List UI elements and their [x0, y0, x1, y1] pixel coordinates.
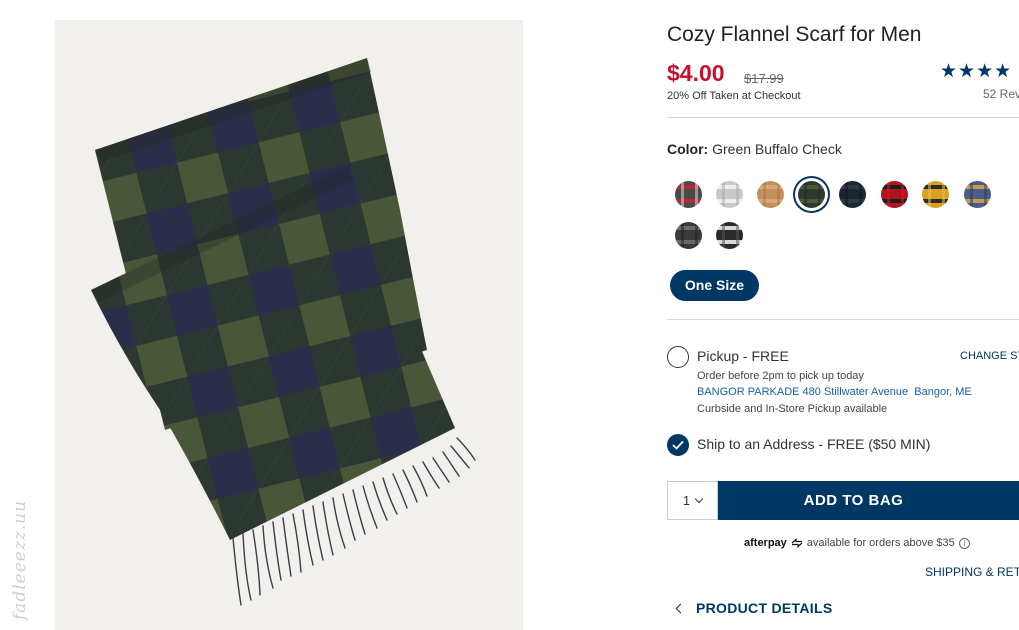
color-swatch-navy-black[interactable]	[839, 181, 866, 208]
product-details-label: PRODUCT DETAILS	[696, 600, 833, 616]
divider	[667, 319, 1019, 320]
discount-note: 20% Off Taken at Checkout	[667, 90, 801, 102]
reviews-link[interactable]: 52 Rev	[983, 87, 1019, 101]
afterpay-message: afterpay available for orders above $35 …	[744, 537, 970, 549]
color-swatch-red-plaid[interactable]	[675, 181, 702, 208]
ship-radio[interactable]	[667, 434, 689, 456]
sale-price: $4.00	[667, 60, 725, 86]
afterpay-text: available for orders above $35	[806, 537, 955, 549]
product-image	[55, 20, 523, 630]
color-selection-label: Color: Green Buffalo Check	[667, 141, 842, 157]
checkmark-icon	[672, 440, 684, 450]
scarf-illustration	[91, 58, 476, 606]
watermark: fadleeezz.uu	[4, 499, 31, 621]
color-swatch-charcoal-plaid[interactable]	[675, 222, 702, 249]
ship-label: Ship to an Address - FREE ($50 MIN)	[697, 436, 931, 452]
store-name-link[interactable]: BANGOR PARKADE 480 Stillwater Avenue	[697, 386, 908, 398]
quantity-value: 1	[682, 493, 691, 508]
pickup-cutoff: Order before 2pm to pick up today	[697, 370, 864, 382]
add-to-bag-button[interactable]: ADD TO BAG	[718, 481, 1019, 520]
store-city: Bangor, ME	[914, 386, 972, 398]
original-price: $17.99	[744, 71, 784, 86]
color-value: Green Buffalo Check	[712, 141, 842, 157]
store-info: BANGOR PARKADE 480 Stillwater Avenue Ban…	[697, 386, 972, 398]
afterpay-logo: afterpay	[744, 537, 787, 549]
chevron-left-icon	[675, 603, 686, 613]
color-swatch-red-buffalo-check[interactable]	[881, 181, 908, 208]
shipping-returns-link[interactable]: SHIPPING & RETU	[925, 565, 1019, 579]
afterpay-arrows-icon	[791, 538, 803, 548]
color-swatch-blue-plaid[interactable]	[964, 181, 991, 208]
curbside-note: Curbside and In-Store Pickup available	[697, 403, 888, 415]
info-icon[interactable]: i	[958, 537, 970, 549]
color-label: Color:	[667, 141, 709, 157]
change-store-link[interactable]: CHANGE ST	[960, 350, 1019, 362]
color-swatch-green-buffalo-check[interactable]	[798, 181, 825, 208]
color-swatch-light-grey-plaid[interactable]	[716, 181, 743, 208]
product-title: Cozy Flannel Scarf for Men	[667, 23, 922, 46]
color-swatch-camel[interactable]	[757, 181, 784, 208]
size-one-size-button[interactable]: One Size	[670, 270, 759, 301]
divider	[667, 117, 1019, 118]
product-details-toggle[interactable]: PRODUCT DETAILS	[675, 600, 833, 616]
color-swatch-black-white-plaid[interactable]	[716, 222, 743, 249]
star-rating[interactable]: ★★★★	[940, 60, 1012, 83]
quantity-select[interactable]: 1	[667, 481, 718, 520]
pickup-label: Pickup - FREE	[697, 348, 789, 364]
watermark-text: fadleeezz.uu	[10, 499, 31, 621]
color-swatch-yellow-plaid[interactable]	[922, 181, 949, 208]
pickup-radio[interactable]	[667, 346, 689, 368]
chevron-down-icon	[694, 494, 704, 504]
